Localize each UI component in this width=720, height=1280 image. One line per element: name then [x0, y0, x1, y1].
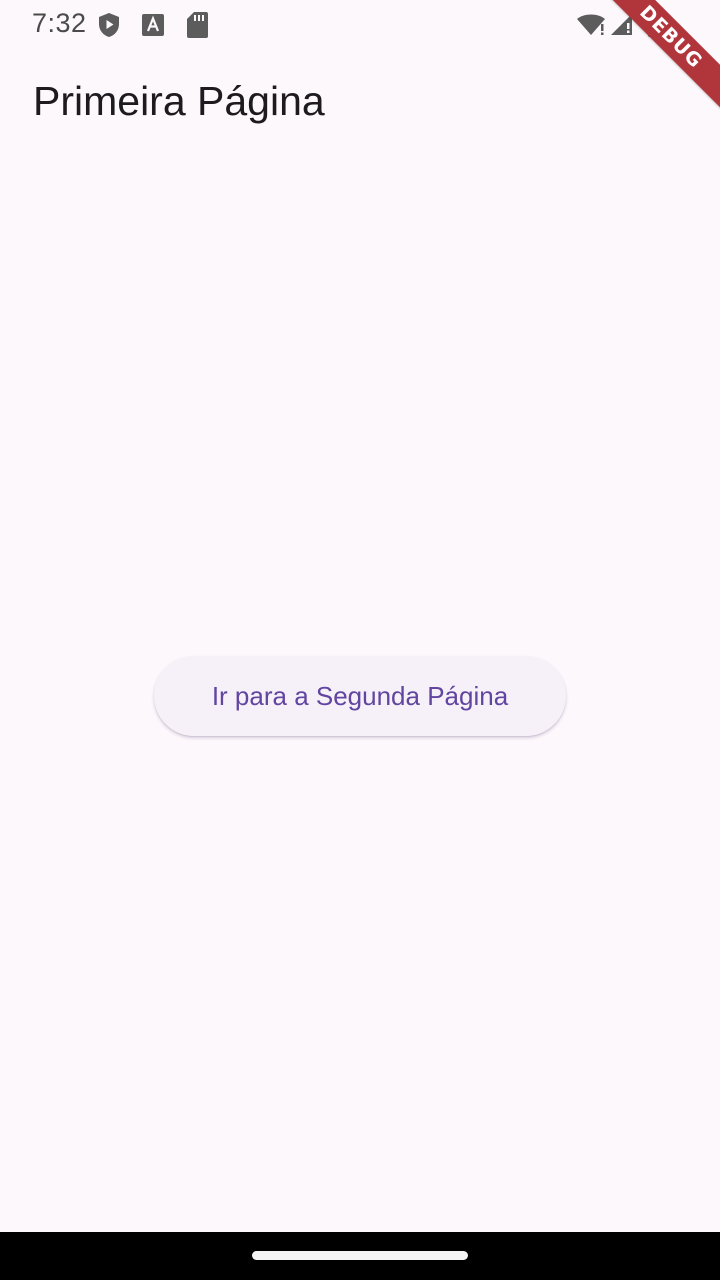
status-bar: 7:32 — [0, 0, 720, 48]
screen: 7:32 DEBUG Primeira Página Ir para a Seg… — [0, 0, 720, 1280]
go-to-second-page-button-label: Ir para a Segunda Página — [211, 680, 509, 711]
go-to-second-page-button[interactable]: Ir para a Segunda Página — [154, 656, 566, 736]
font-a-icon — [142, 14, 164, 36]
wifi-icon — [577, 14, 605, 35]
system-navigation-bar — [0, 1232, 720, 1280]
sd-card-icon — [187, 12, 208, 38]
page-title: Primeira Página — [33, 78, 325, 124]
status-time: 7:32 — [32, 8, 87, 38]
home-gesture-handle[interactable] — [252, 1251, 468, 1260]
shield-play-icon — [99, 13, 119, 37]
